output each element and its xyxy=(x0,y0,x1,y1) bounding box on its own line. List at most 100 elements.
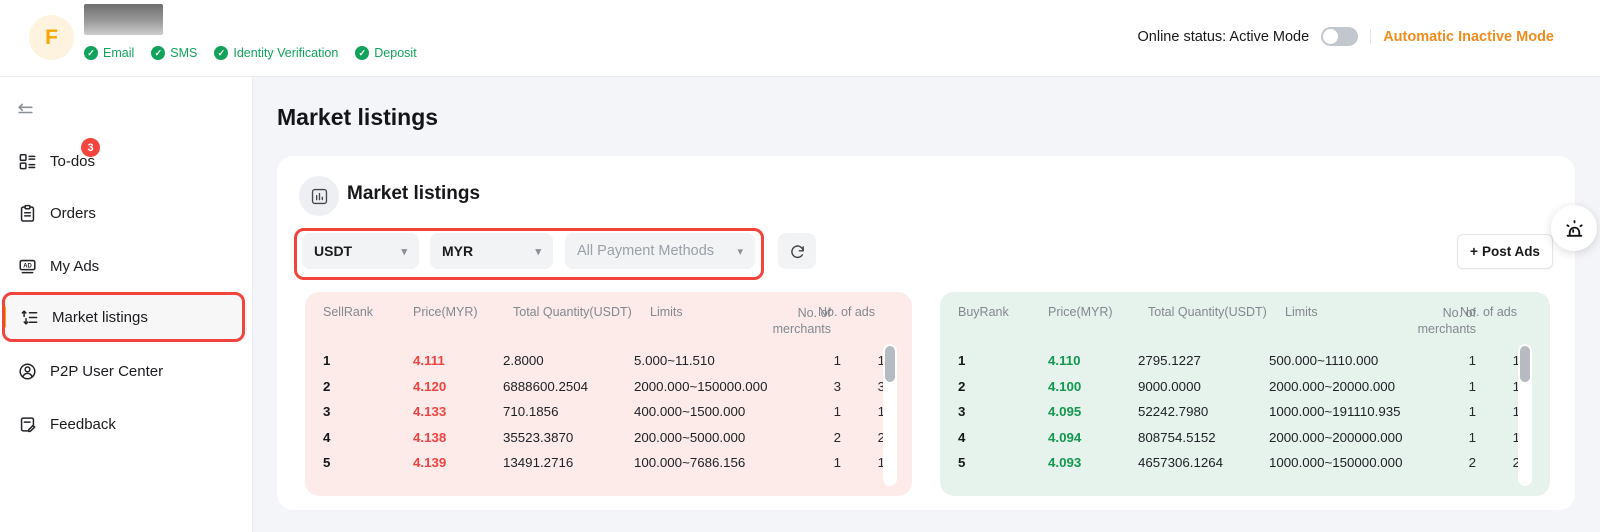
cell-rank: 4 xyxy=(958,430,1048,445)
payment-methods-dropdown[interactable]: All Payment Methods ▾ xyxy=(565,233,755,269)
cell-merchants: 1 xyxy=(1419,430,1476,445)
table-row[interactable]: 3 4.095 52242.7980 1000.000~191110.935 1… xyxy=(940,399,1550,425)
table-row[interactable]: 1 4.111 2.8000 5.000~11.510 1 1 xyxy=(305,348,912,374)
online-status-label: Online status: Active Mode xyxy=(1138,29,1310,45)
cell-merchants: 1 xyxy=(784,455,841,470)
bar-chart-icon xyxy=(299,176,339,216)
cell-limits: 2000.000~150000.000 xyxy=(634,379,784,394)
cell-rank: 3 xyxy=(323,404,413,419)
cell-limits: 200.000~5000.000 xyxy=(634,430,784,445)
top-header: F ✓ Email ✓ SMS ✓ Identity Verification … xyxy=(0,0,1600,77)
cell-rank: 4 xyxy=(323,430,413,445)
scrollbar-thumb[interactable] xyxy=(1520,346,1530,382)
cell-limits: 1000.000~191110.935 xyxy=(1269,404,1419,419)
feedback-icon xyxy=(18,415,37,434)
refresh-icon xyxy=(789,243,806,260)
table-row[interactable]: 1 4.110 2795.1227 500.000~1110.000 1 1 xyxy=(940,348,1550,374)
badge-identity-label: Identity Verification xyxy=(233,46,338,60)
check-icon: ✓ xyxy=(84,46,98,60)
cell-limits: 500.000~1110.000 xyxy=(1269,353,1419,368)
column-header-limits: Limits xyxy=(1269,305,1419,319)
badge-sms-label: SMS xyxy=(170,46,197,60)
cell-merchants: 1 xyxy=(1419,404,1476,419)
redacted-username xyxy=(84,4,163,35)
sidebar-item-label: Feedback xyxy=(50,416,116,433)
toggle-knob xyxy=(1323,29,1338,44)
sidebar: 3 To-dos Orders AD My Ads xyxy=(0,77,253,532)
refresh-button[interactable] xyxy=(778,233,816,269)
cell-rank: 1 xyxy=(958,353,1048,368)
buy-table-scrollbar[interactable] xyxy=(1518,344,1532,486)
sell-orders-table: SellRank Price(MYR) Total Quantity(USDT)… xyxy=(305,292,912,496)
post-ads-button[interactable]: + Post Ads xyxy=(1457,234,1553,269)
siren-icon xyxy=(1563,217,1586,240)
sidebar-item-feedback[interactable]: Feedback xyxy=(0,401,252,447)
check-icon: ✓ xyxy=(151,46,165,60)
cell-rank: 5 xyxy=(323,455,413,470)
cell-rank: 1 xyxy=(323,353,413,368)
sidebar-item-todos[interactable]: To-dos xyxy=(0,138,252,184)
cell-merchants: 1 xyxy=(1419,353,1476,368)
cell-quantity: 52242.7980 xyxy=(1138,404,1269,419)
sidebar-item-p2p-user-center[interactable]: P2P User Center xyxy=(0,348,252,394)
payment-methods-value: All Payment Methods xyxy=(577,243,714,259)
badge-sms: ✓ SMS xyxy=(151,46,197,60)
cell-ads: 1 xyxy=(841,353,885,368)
cell-quantity: 9000.0000 xyxy=(1138,379,1269,394)
todos-icon xyxy=(18,152,37,171)
svg-text:AD: AD xyxy=(23,263,32,269)
cell-price: 4.093 xyxy=(1048,455,1138,470)
cell-rank: 3 xyxy=(958,404,1048,419)
column-header-price: Price(MYR) xyxy=(1048,305,1138,319)
cell-quantity: 710.1856 xyxy=(503,404,634,419)
cell-price: 4.100 xyxy=(1048,379,1138,394)
sidebar-collapse-icon[interactable] xyxy=(16,101,35,120)
cell-price: 4.110 xyxy=(1048,353,1138,368)
asset-dropdown[interactable]: USDT ▾ xyxy=(302,233,419,269)
sidebar-item-my-ads[interactable]: AD My Ads xyxy=(0,243,252,289)
cell-rank: 2 xyxy=(958,379,1048,394)
table-row[interactable]: 3 4.133 710.1856 400.000~1500.000 1 1 xyxy=(305,399,912,425)
cell-merchants: 1 xyxy=(1419,379,1476,394)
online-status-toggle[interactable] xyxy=(1321,27,1358,46)
column-header-ads: No. of ads xyxy=(1460,305,1517,319)
buy-table-rows: 1 4.110 2795.1227 500.000~1110.000 1 1 2… xyxy=(940,348,1550,476)
avatar[interactable]: F xyxy=(29,15,74,60)
cell-quantity: 4657306.1264 xyxy=(1138,455,1269,470)
badge-deposit: ✓ Deposit xyxy=(355,46,416,60)
cell-price: 4.138 xyxy=(413,430,503,445)
table-row[interactable]: 4 4.094 808754.5152 2000.000~200000.000 … xyxy=(940,425,1550,451)
sidebar-item-label: My Ads xyxy=(50,258,99,275)
sidebar-item-market-listings[interactable]: Market listings xyxy=(2,294,247,340)
check-icon: ✓ xyxy=(214,46,228,60)
sidebar-item-orders[interactable]: Orders xyxy=(0,190,252,236)
cell-quantity: 13491.2716 xyxy=(503,455,634,470)
cell-ads: 1 xyxy=(1476,379,1520,394)
cell-merchants: 3 xyxy=(784,379,841,394)
chevron-down-icon: ▾ xyxy=(535,245,541,258)
sidebar-item-label: Orders xyxy=(50,205,96,222)
table-row[interactable]: 5 4.139 13491.2716 100.000~7686.156 1 1 xyxy=(305,450,912,476)
column-header-ads: No. of ads xyxy=(818,305,875,319)
cell-merchants: 1 xyxy=(784,353,841,368)
cell-ads: 1 xyxy=(1476,353,1520,368)
table-row[interactable]: 2 4.100 9000.0000 2000.000~20000.000 1 1 xyxy=(940,374,1550,400)
table-row[interactable]: 4 4.138 35523.3870 200.000~5000.000 2 2 xyxy=(305,425,912,451)
cell-merchants: 1 xyxy=(784,404,841,419)
table-row[interactable]: 2 4.120 6888600.2504 2000.000~150000.000… xyxy=(305,374,912,400)
cell-price: 4.094 xyxy=(1048,430,1138,445)
cell-limits: 2000.000~20000.000 xyxy=(1269,379,1419,394)
automatic-inactive-mode-link[interactable]: Automatic Inactive Mode xyxy=(1383,29,1554,45)
scrollbar-thumb[interactable] xyxy=(885,346,895,382)
fiat-dropdown[interactable]: MYR ▾ xyxy=(430,233,553,269)
my-ads-icon: AD xyxy=(18,257,37,276)
market-listings-card: Market listings USDT ▾ MYR ▾ All Payment… xyxy=(277,156,1575,510)
siren-alert-button[interactable] xyxy=(1551,205,1597,251)
sell-table-rows: 1 4.111 2.8000 5.000~11.510 1 1 2 4.120 … xyxy=(305,348,912,476)
sell-table-scrollbar[interactable] xyxy=(883,344,897,486)
todos-count-badge: 3 xyxy=(81,138,100,157)
page-title: Market listings xyxy=(277,104,438,131)
table-row[interactable]: 5 4.093 4657306.1264 1000.000~150000.000… xyxy=(940,450,1550,476)
cell-ads: 3 xyxy=(841,379,885,394)
cell-quantity: 2.8000 xyxy=(503,353,634,368)
